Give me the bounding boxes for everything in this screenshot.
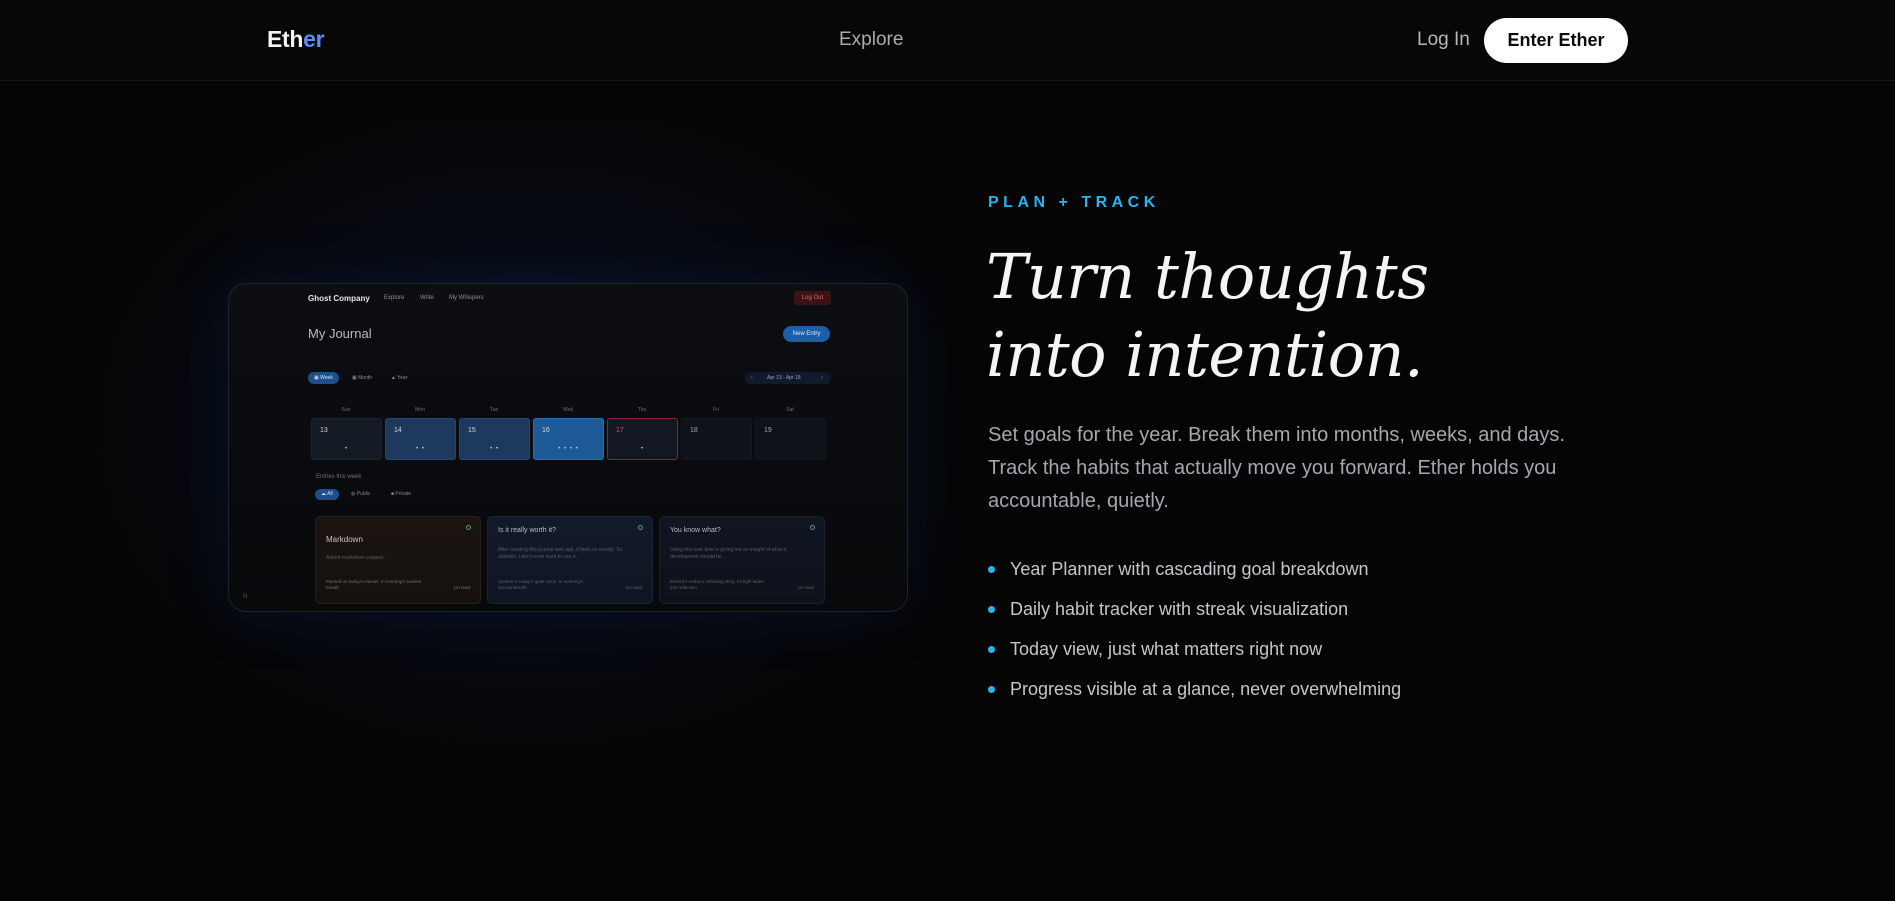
logo-accent: er	[303, 26, 325, 52]
mockup-entry-card: You know what? Using this over time is g…	[659, 516, 825, 604]
mockup-range-label: Apr 13 - Apr 18	[767, 375, 801, 381]
hero-description: Set goals for the year. Break them into …	[988, 424, 1565, 512]
mockup-tab-week-label: Week	[320, 375, 333, 381]
mockup-day-number: 13	[320, 427, 328, 434]
feature-text: Year Planner with cascading goal breakdo…	[1010, 559, 1369, 579]
app-preview-mockup: Ghost Company Explore Write My Whispers …	[228, 283, 908, 612]
mockup-range-next-icon: ›	[821, 375, 823, 381]
mockup-day-number: 16	[542, 427, 550, 434]
mockup-filter-private: ■ Private	[391, 491, 411, 497]
mockup-card-body: After creating this journal web app, it …	[498, 547, 623, 560]
mockup-day-cell: 13 •	[311, 418, 382, 460]
mockup-day-cell: 16 • • • •	[533, 418, 604, 460]
mockup-tab-month: ▣ Month	[352, 375, 373, 381]
login-link[interactable]: Log In	[1417, 29, 1470, 51]
section-eyebrow: PLAN + TRACK	[988, 194, 1160, 211]
mockup-brand: Ghost Company	[308, 294, 370, 303]
mockup-entry-card: Is it really worth it? After creating th…	[487, 516, 653, 604]
hero-headline: Turn thoughts into intention.	[986, 238, 1546, 394]
feature-item: Year Planner with cascading goal breakdo…	[988, 557, 1588, 597]
feature-item: Progress visible at a glance, never over…	[988, 677, 1588, 717]
mockup-tab-month-label: Month	[358, 375, 373, 381]
mockup-day-dots: •	[640, 446, 645, 452]
nav-explore-link[interactable]: Explore	[839, 29, 903, 51]
logo-main: Eth	[267, 26, 304, 52]
mockup-day-cell: 15 • •	[459, 418, 530, 460]
mockup-filter-all-label: All	[327, 491, 333, 497]
bullet-dot-icon	[988, 646, 995, 653]
mockup-weekday: Wed	[562, 407, 574, 413]
mockup-tab-year: ▲ Year	[391, 375, 408, 381]
mockup-weekday: Tue	[489, 407, 499, 413]
mockup-day-number: 19	[764, 427, 772, 434]
mockup-card-status-icon	[810, 525, 815, 530]
mockup-card-body: Using this over time is giving me an ins…	[670, 547, 787, 560]
mockup-card-title: Is it really worth it?	[498, 527, 556, 534]
mockup-tab-year-label: Year	[397, 375, 408, 381]
mockup-card-title: You know what?	[670, 527, 721, 534]
mockup-filter-all: ☁ All	[315, 489, 339, 500]
mockup-card-read-time: 1m read	[625, 585, 642, 590]
mockup-date-range: ‹ Apr 13 - Apr 18 ›	[745, 372, 831, 384]
feature-item: Daily habit tracker with streak visualiz…	[988, 597, 1588, 637]
mockup-tab-week: ▣ Week	[308, 372, 339, 384]
mockup-day-cell: 18	[681, 418, 752, 460]
mockup-day-cell-today: 17 •	[607, 418, 678, 460]
mockup-weekday: Sun	[341, 407, 351, 413]
mockup-entry-card: Markdown Added markdown support... Paint…	[315, 516, 481, 604]
feature-list: Year Planner with cascading goal breakdo…	[988, 557, 1588, 717]
mockup-card-body: Added markdown support...	[326, 555, 388, 561]
mockup-logout-button: Log Out	[794, 291, 831, 305]
mockup-corner-logo: N	[243, 594, 248, 600]
mockup-weekday: Thu	[637, 407, 647, 413]
feature-text: Daily habit tracker with streak visualiz…	[1010, 599, 1349, 619]
mockup-card-read-time: 1m read	[453, 585, 470, 590]
mockup-weekday: Mon	[415, 407, 425, 413]
mockup-day-cell: 14 • •	[385, 418, 456, 460]
hero-headline-line-2: into intention.	[986, 318, 1424, 391]
mockup-day-number: 15	[468, 427, 476, 434]
bullet-dot-icon	[988, 566, 995, 573]
mockup-nav-write: Write	[420, 295, 434, 301]
enter-ether-button[interactable]: Enter Ether	[1484, 18, 1628, 63]
mockup-day-number: 18	[690, 427, 698, 434]
mockup-card-title: Markdown	[326, 535, 363, 544]
bullet-dot-icon	[988, 686, 995, 693]
mockup-card-status-icon	[638, 525, 643, 530]
hero-headline-line-1: Turn thoughts	[986, 240, 1429, 313]
logo[interactable]: Ether	[267, 26, 325, 53]
mockup-card-footer: Painted on today's canvas. In morning's …	[326, 579, 422, 590]
mockup-nav-whispers: My Whispers	[449, 295, 484, 301]
mockup-day-number: 17	[616, 427, 624, 434]
mockup-day-dots: • •	[490, 446, 499, 452]
mockup-weekday: Sat	[786, 407, 794, 413]
mockup-day-number: 14	[394, 427, 402, 434]
top-nav: Ether Explore Log In Enter Ether	[0, 0, 1895, 81]
mockup-filter-private-label: Private	[395, 491, 411, 497]
mockup-nav-explore: Explore	[384, 295, 405, 301]
feature-text: Progress visible at a glance, never over…	[1010, 679, 1402, 699]
mockup-filter-public-label: Public	[356, 491, 371, 497]
feature-item: Today view, just what matters right now	[988, 637, 1588, 677]
mockup-day-dots: • • • •	[558, 446, 579, 452]
mockup-weekday: Fri	[713, 407, 719, 413]
mockup-card-footer: Etched in today's unfolding story. As li…	[670, 579, 764, 590]
bullet-dot-icon	[988, 606, 995, 613]
mockup-day-cell: 19	[755, 418, 826, 460]
mockup-range-prev-icon: ‹	[751, 375, 753, 381]
mockup-day-dots: • •	[416, 446, 425, 452]
mockup-card-read-time: 1m read	[797, 585, 814, 590]
mockup-entries-heading: Entries this week	[316, 474, 362, 480]
mockup-card-status-icon	[466, 525, 471, 530]
mockup-title: My Journal	[308, 326, 372, 341]
mockup-card-footer: Spoken in today's quiet voice. In mornin…	[498, 579, 584, 590]
mockup-filter-public: ◍ Public	[351, 491, 371, 497]
mockup-day-dots: •	[344, 446, 349, 452]
mockup-new-entry-button: New Entry	[783, 326, 830, 342]
feature-text: Today view, just what matters right now	[1010, 639, 1323, 659]
